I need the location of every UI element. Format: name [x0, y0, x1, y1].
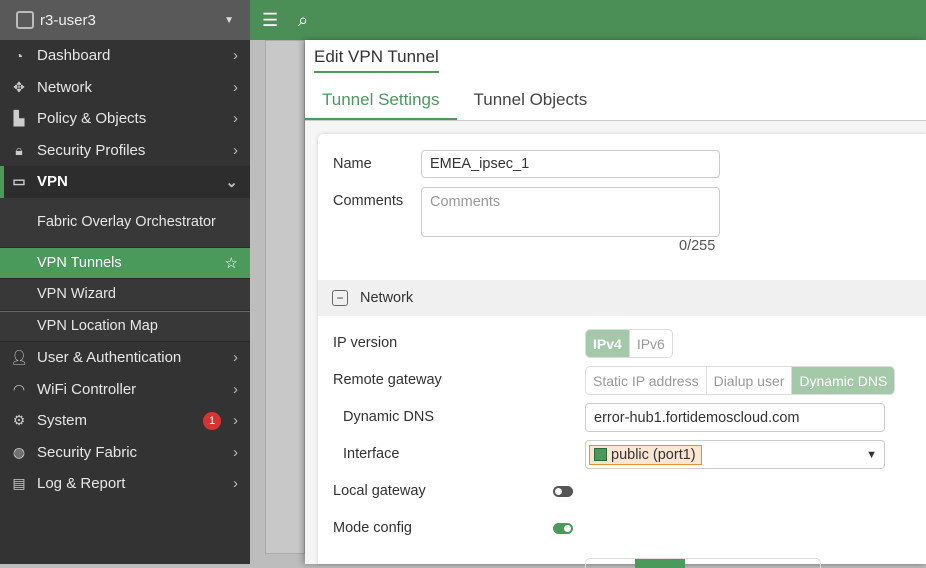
network-section-header[interactable]: − Network [318, 280, 926, 316]
label: System [37, 412, 88, 430]
sidebar-sub-vpn-wizard[interactable]: VPN Wizard [0, 279, 250, 311]
laptop-icon: ▭ [12, 173, 26, 190]
device-selector[interactable]: r3-user3 ▼ [0, 0, 250, 40]
sidebar-item-user-auth[interactable]: 👤︎ User & Authentication › [0, 342, 250, 374]
label: WiFi Controller [37, 380, 137, 398]
label: User & Authentication [37, 349, 182, 367]
name-label: Name [333, 156, 372, 172]
wifi-icon: ◠ [12, 380, 26, 397]
fabric-icon: ◍ [12, 443, 26, 460]
sidebar-item-system[interactable]: ⚙ System 1 › [0, 405, 250, 437]
notification-badge: 1 [203, 411, 221, 430]
sidebar-item-log-report[interactable]: ▤ Log & Report › [0, 468, 250, 500]
caret-down-icon: ▼ [224, 14, 234, 26]
chevron-right-icon: › [233, 78, 238, 96]
comments-textarea[interactable]: Comments [421, 187, 720, 237]
chevron-right-icon: › [233, 412, 238, 430]
label: Dashboard [37, 47, 111, 65]
mode-config-toggle[interactable] [553, 523, 573, 534]
chevron-down-icon: ⌄ [225, 173, 238, 191]
panel-title: Edit VPN Tunnel [314, 47, 439, 73]
chevron-right-icon: › [233, 141, 238, 159]
static-ip-option[interactable]: Static IP address [586, 367, 707, 394]
local-gateway-label: Local gateway [333, 483, 426, 499]
background-table [265, 40, 305, 554]
sidebar-item-policy[interactable]: ▙ Policy & Objects › [0, 103, 250, 135]
caret-down-icon: ▼ [866, 448, 877, 461]
edit-vpn-tunnel-panel: Edit VPN Tunnel Tunnel Settings Tunnel O… [305, 40, 926, 568]
interface-value: public (port1) [611, 446, 696, 463]
dialup-user-option[interactable]: Dialup user [707, 367, 793, 394]
label: VPN Tunnels [37, 254, 122, 271]
device-name: r3-user3 [40, 11, 96, 29]
star-icon[interactable]: ☆ [225, 254, 238, 272]
name-input[interactable]: EMEA_ipsec_1 [421, 150, 720, 178]
lock-icon: 🔒︎ [15, 141, 23, 158]
dashboard-icon: ◔ [14, 47, 24, 64]
comments-label: Comments [333, 193, 404, 209]
sidebar-sub-vpn-location-map[interactable]: VPN Location Map [0, 310, 250, 342]
chevron-right-icon: › [233, 349, 238, 367]
search-icon[interactable]: ⌕ [298, 10, 308, 31]
settings-form: Name EMEA_ipsec_1 Comments Comments 0/25… [318, 134, 926, 568]
interface-label: Interface [343, 446, 400, 462]
label: Policy & Objects [37, 110, 147, 128]
local-gateway-toggle[interactable] [553, 486, 573, 497]
label: VPN [37, 173, 68, 191]
chevron-right-icon: › [233, 110, 238, 128]
chart-icon: ▤ [12, 475, 26, 492]
section-title: Network [360, 290, 414, 306]
mode-config-label: Mode config [333, 520, 412, 536]
label: Security Profiles [37, 141, 146, 159]
ipv6-option[interactable]: IPv6 [630, 330, 672, 357]
gear-icon: ⚙ [12, 412, 26, 429]
comments-counter: 0/255 [679, 238, 716, 254]
sidebar-sub-fabric-overlay[interactable]: Fabric Overlay Orchestrator [0, 197, 250, 248]
label: Security Fabric [37, 443, 138, 461]
sidebar-item-network[interactable]: ✥ Network › [0, 72, 250, 104]
sidebar: r3-user3 ▼ ◔ Dashboard › ✥ Network › ▙ Policy … [0, 0, 250, 564]
sidebar-item-wifi[interactable]: ◠ WiFi Controller › [0, 374, 250, 406]
chevron-right-icon: › [233, 443, 238, 461]
sidebar-sub-vpn-tunnels[interactable]: VPN Tunnels ☆ [0, 247, 250, 279]
label: Log & Report [37, 475, 126, 493]
tabs: Tunnel Settings Tunnel Objects [305, 88, 926, 121]
tab-tunnel-settings[interactable]: Tunnel Settings [305, 88, 457, 120]
chevron-right-icon: › [233, 47, 238, 65]
dynamic-dns-label: Dynamic DNS [343, 409, 435, 425]
remote-gateway-label: Remote gateway [333, 372, 442, 388]
port-icon [594, 448, 607, 461]
sidebar-item-dashboard[interactable]: ◔ Dashboard › [0, 40, 250, 72]
ip-version-label: IP version [333, 335, 398, 351]
partial-segmented-control[interactable] [585, 558, 821, 568]
chevron-right-icon: › [233, 380, 238, 398]
ip-version-toggle: IPv4 IPv6 [585, 329, 673, 358]
interface-select[interactable]: public (port1) ▼ [585, 440, 885, 469]
collapse-icon[interactable]: − [332, 290, 348, 306]
chevron-right-icon: › [233, 475, 238, 493]
tab-tunnel-objects[interactable]: Tunnel Objects [457, 88, 605, 120]
interface-chip: public (port1) [589, 444, 702, 465]
label: Network [37, 78, 93, 96]
remote-gateway-toggle: Static IP address Dialup user Dynamic DNS [585, 366, 896, 395]
sidebar-item-vpn[interactable]: ▭ VPN ⌄ [0, 166, 250, 198]
user-icon: 👤︎ [10, 349, 28, 366]
device-icon [16, 11, 34, 29]
policy-icon: ▙ [13, 110, 25, 127]
ipv4-option[interactable]: IPv4 [586, 330, 630, 357]
sidebar-item-security-fabric[interactable]: ◍ Security Fabric › [0, 437, 250, 469]
dynamic-dns-input[interactable]: error-hub1.fortidemoscloud.com [585, 403, 885, 432]
network-icon: ✥ [13, 78, 25, 95]
top-bar: ☰ ⌕ [250, 0, 926, 40]
dynamic-dns-option[interactable]: Dynamic DNS [792, 367, 895, 394]
sidebar-item-security-profiles[interactable]: 🔒︎ Security Profiles › [0, 135, 250, 167]
menu-icon[interactable]: ☰ [262, 10, 278, 31]
